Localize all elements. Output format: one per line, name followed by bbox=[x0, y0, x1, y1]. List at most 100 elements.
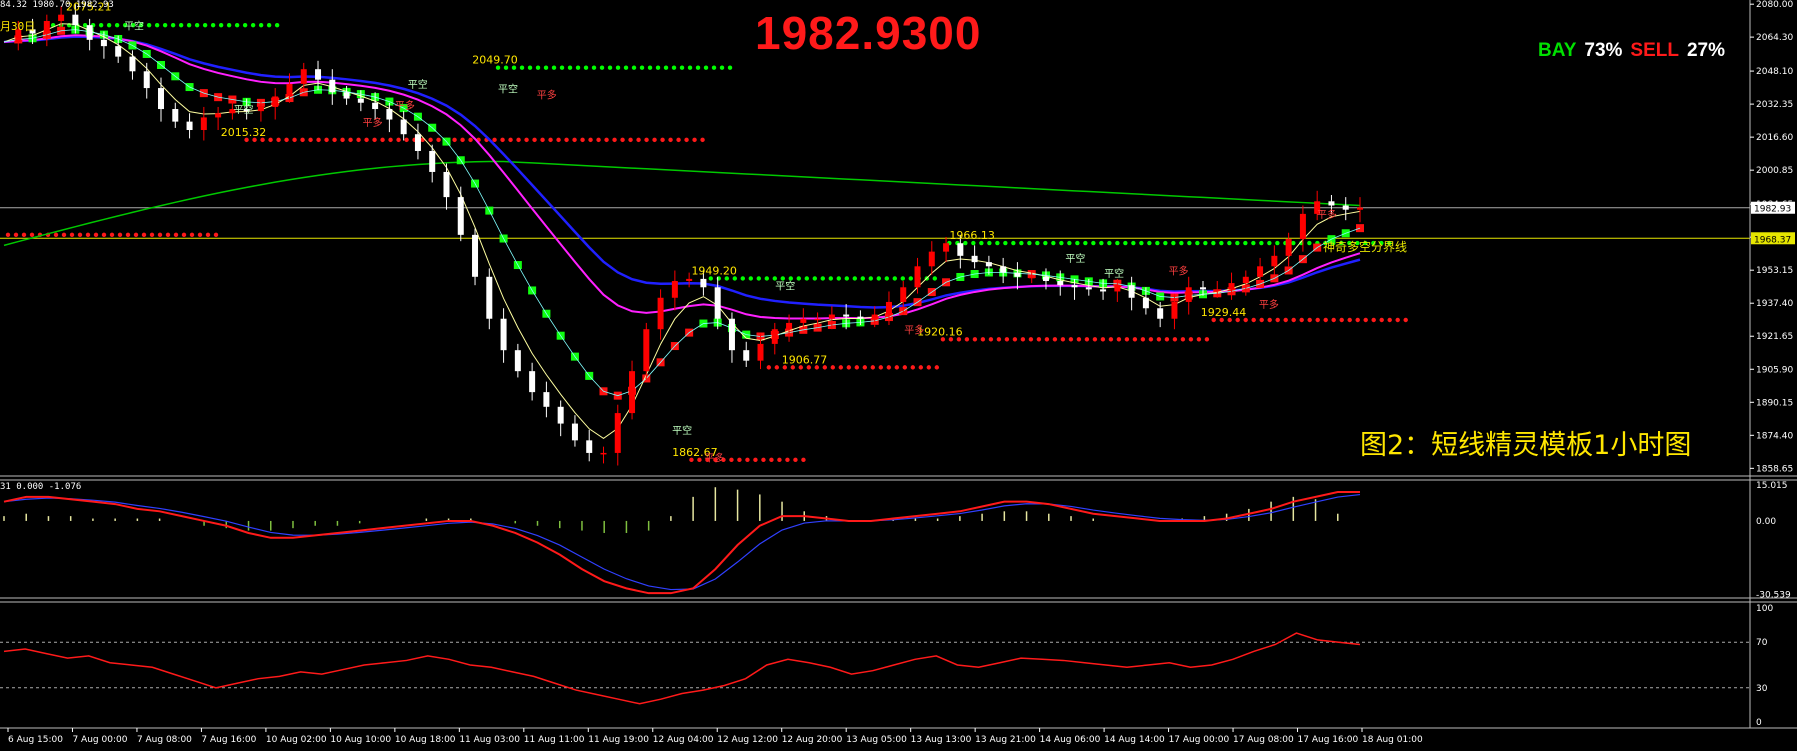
support-dot bbox=[93, 232, 99, 238]
support-dot bbox=[85, 232, 91, 238]
time-tick-label: 11 Aug 03:00 bbox=[459, 735, 520, 745]
rsi-tick-label: 100 bbox=[1756, 604, 1773, 614]
support-dot bbox=[854, 365, 860, 370]
resistance-dot bbox=[1035, 240, 1040, 246]
support-dot bbox=[886, 365, 892, 370]
support-dot bbox=[1060, 337, 1066, 342]
candle-body bbox=[486, 276, 493, 319]
price-tick-label: 2064.30 bbox=[1756, 33, 1793, 43]
support-dot bbox=[1291, 317, 1296, 323]
support-dot bbox=[404, 137, 409, 143]
signal-annotation: 平多 bbox=[1259, 298, 1279, 311]
ma-mid-line bbox=[3, 29, 1361, 397]
resistance-dot bbox=[900, 276, 905, 281]
support-dot bbox=[774, 365, 780, 370]
support-dot bbox=[364, 137, 369, 143]
time-tick-label: 11 Aug 11:00 bbox=[524, 735, 585, 745]
time-tick-label: 17 Aug 16:00 bbox=[1298, 735, 1359, 745]
support-dot bbox=[1044, 337, 1050, 342]
resistance-dot bbox=[1051, 240, 1056, 246]
candle-body bbox=[657, 297, 664, 330]
resistance-dot bbox=[1259, 240, 1264, 246]
price-tick-label: 1921.65 bbox=[1756, 332, 1793, 342]
macd-tick-label: 0.00 bbox=[1756, 517, 1776, 527]
price-label: 1929.44 bbox=[1201, 306, 1247, 319]
resistance-dot bbox=[756, 276, 761, 281]
support-dot bbox=[213, 232, 219, 238]
time-tick-label: 12 Aug 20:00 bbox=[782, 735, 843, 745]
support-dot bbox=[1116, 337, 1122, 342]
candle-body bbox=[1342, 205, 1349, 210]
candle-body bbox=[429, 150, 436, 172]
signal-annotation: 平空 bbox=[775, 279, 795, 292]
resistance-dot bbox=[703, 65, 709, 70]
sell-label: SELL bbox=[1630, 40, 1679, 61]
support-dot bbox=[396, 137, 401, 143]
support-dot bbox=[268, 137, 273, 143]
resistance-dot bbox=[186, 22, 192, 28]
support-dot bbox=[980, 337, 986, 342]
support-dot bbox=[1148, 337, 1154, 342]
candle-body bbox=[100, 39, 107, 47]
candle-body bbox=[957, 243, 964, 256]
support-dot bbox=[61, 232, 67, 238]
support-dot bbox=[580, 137, 585, 143]
candle-body bbox=[1199, 287, 1206, 290]
support-dot bbox=[69, 232, 75, 238]
resistance-dot bbox=[1203, 240, 1208, 246]
support-dot bbox=[1403, 317, 1408, 323]
resistance-dot bbox=[892, 276, 897, 281]
support-dot bbox=[1100, 337, 1106, 342]
candle-body bbox=[1299, 213, 1306, 240]
candle-body bbox=[329, 79, 336, 93]
candle-body bbox=[115, 46, 122, 57]
support-dot bbox=[300, 137, 305, 143]
price-chart: 2075.212049.702015.321949.201966.131906.… bbox=[0, 0, 1797, 745]
time-tick-label: 10 Aug 02:00 bbox=[266, 735, 327, 745]
support-dot bbox=[548, 137, 553, 143]
price-tick-label: 2080.00 bbox=[1756, 0, 1793, 10]
support-dot bbox=[197, 232, 203, 238]
signal-annotation: 平多 bbox=[537, 89, 557, 102]
support-dot bbox=[676, 137, 681, 143]
resistance-dot bbox=[695, 65, 701, 70]
candle-body bbox=[1271, 255, 1278, 267]
resistance-dot bbox=[154, 22, 160, 28]
resistance-dot bbox=[796, 276, 801, 281]
candle-body bbox=[914, 266, 921, 288]
candle-body bbox=[43, 20, 50, 34]
resistance-dot bbox=[884, 276, 889, 281]
resistance-dot bbox=[772, 276, 777, 281]
support-dot bbox=[1124, 337, 1130, 342]
candle-body bbox=[158, 88, 165, 110]
support-dot bbox=[1172, 337, 1178, 342]
resistance-dot bbox=[266, 22, 272, 28]
resistance-dot bbox=[599, 65, 605, 70]
time-tick-label: 14 Aug 14:00 bbox=[1104, 735, 1165, 745]
support-dot bbox=[540, 137, 545, 143]
support-dot bbox=[902, 365, 908, 370]
candle-body bbox=[743, 350, 750, 361]
price-tick-label: 1874.40 bbox=[1756, 431, 1793, 441]
resistance-dot bbox=[727, 65, 733, 70]
support-dot bbox=[596, 137, 601, 143]
resistance-dot bbox=[1003, 240, 1008, 246]
resistance-dot bbox=[1059, 240, 1064, 246]
price-tick-label: 2048.10 bbox=[1756, 67, 1793, 77]
support-dot bbox=[1339, 317, 1344, 323]
candle-body bbox=[1128, 285, 1135, 298]
support-dot bbox=[934, 365, 940, 370]
resistance-dot bbox=[1115, 240, 1120, 246]
support-dot bbox=[1156, 337, 1162, 342]
support-dot bbox=[125, 232, 131, 238]
support-dot bbox=[532, 137, 537, 143]
resistance-dot bbox=[995, 240, 1000, 246]
resistance-dot bbox=[234, 22, 240, 28]
support-dot bbox=[692, 137, 697, 143]
resistance-dot bbox=[519, 65, 525, 70]
time-tick-label: 17 Aug 00:00 bbox=[1169, 735, 1230, 745]
candle-body bbox=[1042, 276, 1049, 281]
support-dot bbox=[1012, 337, 1018, 342]
resistance-dot bbox=[1131, 240, 1136, 246]
macd-signal-line bbox=[3, 493, 1361, 591]
